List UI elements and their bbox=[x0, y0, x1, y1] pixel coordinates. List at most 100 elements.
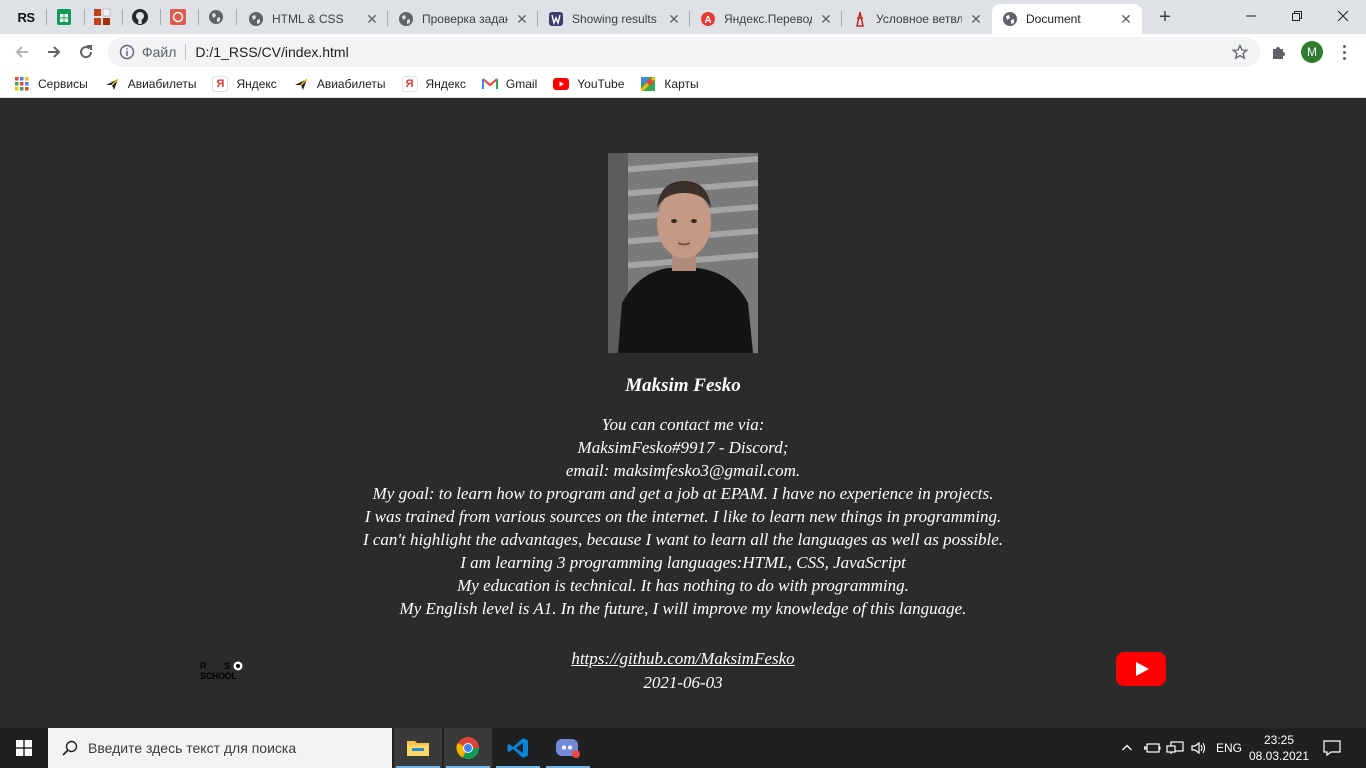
vscode-icon bbox=[507, 738, 528, 758]
show-hidden-icons-button[interactable] bbox=[1118, 728, 1136, 768]
minimize-icon bbox=[1246, 15, 1256, 17]
pinned-tab-rs[interactable]: RS bbox=[10, 5, 42, 29]
new-tab-button[interactable]: + bbox=[1153, 6, 1177, 30]
yandex-translate-icon: A bbox=[700, 11, 716, 27]
extensions-puzzle-icon[interactable] bbox=[1268, 42, 1288, 62]
restore-button[interactable] bbox=[1274, 0, 1320, 32]
close-icon[interactable]: ✕ bbox=[968, 11, 984, 27]
cv-text-block: You can contact me via: MaksimFesko#9917… bbox=[0, 413, 1366, 620]
bookmarks-bar: Сервисы Авиабилеты Я Яндекс Авиабилеты Я… bbox=[0, 70, 1366, 98]
discord-icon bbox=[556, 739, 580, 758]
bookmark-yandex-2[interactable]: Я Яндекс bbox=[401, 75, 466, 92]
pinned-tab-codewars[interactable] bbox=[162, 5, 194, 29]
discord-contact: MaksimFesko#9917 - Discord; bbox=[577, 438, 789, 457]
address-divider bbox=[185, 44, 187, 60]
wolfram-icon bbox=[548, 11, 564, 27]
bookmark-aviabilety[interactable]: Авиабилеты bbox=[104, 76, 196, 92]
taskbar-discord[interactable] bbox=[544, 728, 592, 768]
reload-button[interactable] bbox=[72, 38, 100, 66]
cv-page: Maksim Fesko You can contact me via: Mak… bbox=[0, 103, 1366, 727]
bookmark-gmail[interactable]: Gmail bbox=[481, 76, 537, 92]
taskbar-search-box[interactable]: Введите здесь текст для поиска bbox=[48, 728, 392, 768]
browser-menu-icon[interactable] bbox=[1334, 42, 1354, 62]
close-icon[interactable]: ✕ bbox=[666, 11, 682, 27]
pinned-tab-globe[interactable] bbox=[200, 5, 232, 29]
rs-school-logo[interactable]: R S SCHOOL bbox=[198, 660, 254, 682]
bookmark-label: Яндекс bbox=[236, 76, 277, 91]
language-indicator[interactable]: ENG bbox=[1212, 728, 1246, 768]
close-window-button[interactable] bbox=[1320, 0, 1366, 32]
battery-tray[interactable] bbox=[1141, 728, 1163, 768]
tab-showing-results[interactable]: Showing results ✕ bbox=[538, 4, 690, 34]
profile-avatar[interactable]: M bbox=[1301, 41, 1323, 63]
close-icon[interactable]: ✕ bbox=[818, 11, 834, 27]
tab-separator bbox=[198, 9, 199, 25]
globe-icon bbox=[398, 11, 414, 27]
english-level-text: My English level is A1. In the future, I… bbox=[399, 599, 967, 618]
gmail-icon bbox=[481, 76, 498, 92]
bookmark-label: YouTube bbox=[577, 76, 625, 91]
start-button[interactable] bbox=[0, 728, 48, 768]
file-explorer-icon bbox=[407, 741, 429, 756]
back-button[interactable] bbox=[8, 38, 36, 66]
bookmark-aviabilety-2[interactable]: Авиабилеты bbox=[293, 76, 386, 92]
windows-taskbar: Введите здесь текст для поиска ENG 23:25… bbox=[0, 728, 1366, 768]
close-icon[interactable]: ✕ bbox=[514, 11, 530, 27]
yandex-icon: Я bbox=[401, 75, 418, 92]
network-icon bbox=[1166, 741, 1184, 754]
volume-tray[interactable] bbox=[1188, 728, 1210, 768]
globe-icon bbox=[1002, 11, 1018, 27]
tab-proverka[interactable]: Проверка задан ✕ bbox=[388, 4, 538, 34]
bookmark-star-icon[interactable] bbox=[1230, 42, 1250, 62]
goal-text: My goal: to learn how to program and get… bbox=[372, 484, 994, 503]
tab-separator bbox=[84, 9, 85, 25]
rs-school-icon: RS bbox=[17, 9, 35, 25]
tab-html-css[interactable]: HTML & CSS ✕ bbox=[238, 4, 388, 34]
url-text[interactable]: D:/1_RSS/CV/index.html bbox=[195, 44, 1230, 60]
tab-separator bbox=[236, 9, 237, 25]
youtube-logo[interactable] bbox=[1116, 652, 1166, 686]
javascript-info-icon bbox=[852, 11, 868, 27]
arrow-right-icon bbox=[48, 46, 61, 58]
office-apps-icon bbox=[94, 8, 111, 25]
info-icon[interactable] bbox=[118, 43, 136, 61]
pinned-tab-github[interactable] bbox=[124, 5, 156, 29]
forward-button[interactable] bbox=[40, 38, 68, 66]
pinned-tab-sheets[interactable] bbox=[48, 5, 80, 29]
tab-yandex-translate[interactable]: A Яндекс.Перевод ✕ bbox=[690, 4, 842, 34]
close-icon[interactable]: ✕ bbox=[364, 11, 380, 27]
google-sheets-icon bbox=[57, 9, 71, 25]
yandex-icon: Я bbox=[212, 75, 229, 92]
network-tray[interactable] bbox=[1164, 728, 1186, 768]
taskbar-vscode[interactable] bbox=[494, 728, 542, 768]
svg-text:SCHOOL: SCHOOL bbox=[200, 671, 238, 681]
bookmark-services[interactable]: Сервисы bbox=[14, 76, 88, 92]
reload-icon bbox=[80, 45, 93, 59]
tab-title: Условное ветвле bbox=[876, 12, 962, 26]
restore-icon bbox=[1292, 11, 1302, 21]
notification-center-button[interactable] bbox=[1320, 738, 1344, 758]
close-icon bbox=[1337, 10, 1349, 22]
tab-title: Яндекс.Перевод bbox=[724, 12, 812, 26]
tab-separator bbox=[122, 9, 123, 25]
globe-icon bbox=[209, 10, 223, 24]
tab-title: Проверка задан bbox=[422, 12, 508, 26]
clock-time: 23:25 bbox=[1263, 733, 1295, 747]
tab-document[interactable]: Document ✕ bbox=[992, 4, 1142, 34]
pinned-tab-office[interactable] bbox=[86, 5, 118, 29]
globe-icon bbox=[248, 11, 264, 27]
tab-uslovnoe[interactable]: Условное ветвле ✕ bbox=[842, 4, 992, 34]
address-bar[interactable]: Файл D:/1_RSS/CV/index.html bbox=[108, 37, 1260, 67]
close-icon[interactable]: ✕ bbox=[1118, 11, 1134, 27]
github-icon bbox=[132, 9, 148, 25]
taskbar-clock[interactable]: 23:25 08.03.2021 bbox=[1246, 732, 1312, 764]
bookmark-yandex[interactable]: Я Яндекс bbox=[212, 75, 277, 92]
taskbar-file-explorer[interactable] bbox=[394, 728, 442, 768]
bookmark-maps[interactable]: Карты bbox=[640, 76, 699, 92]
minimize-button[interactable] bbox=[1228, 0, 1274, 32]
plane-icon bbox=[293, 76, 309, 92]
maps-icon bbox=[640, 76, 656, 92]
bookmark-youtube[interactable]: YouTube bbox=[553, 76, 624, 92]
profile-photo bbox=[608, 153, 758, 353]
taskbar-chrome[interactable] bbox=[444, 728, 492, 768]
